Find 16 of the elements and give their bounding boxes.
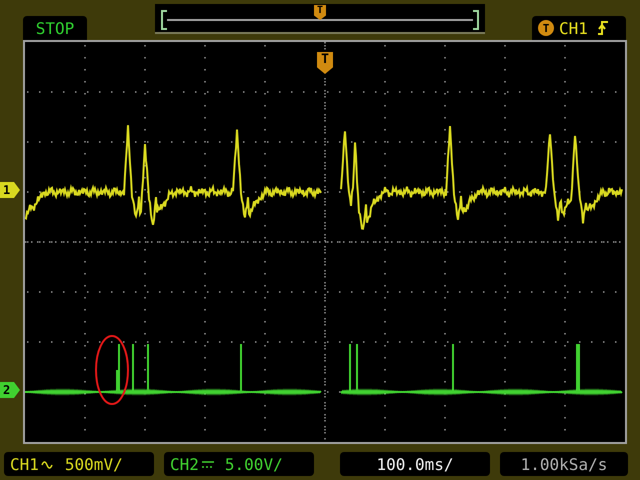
- sample-rate-value: 1.00kSa/s: [500, 452, 628, 476]
- bracket-icon: [473, 10, 479, 30]
- channel-marker: 2: [0, 382, 20, 398]
- channel-marker: 1: [0, 182, 20, 198]
- highlight-ellipse: [95, 335, 129, 405]
- channel-name: CH1: [10, 454, 39, 474]
- trigger-position-marker: T: [314, 5, 326, 20]
- trigger-marker: T: [538, 20, 554, 36]
- channel-name: CH2: [170, 454, 199, 474]
- trigger-marker: T: [317, 52, 333, 74]
- trigger-source: CH1: [559, 18, 588, 38]
- vertical-scale: 5.00V/: [224, 454, 283, 474]
- timebase-value: 100.0ms/: [340, 452, 490, 476]
- run-state-label: STOP: [23, 16, 87, 40]
- vertical-scale: 500mV/: [64, 454, 123, 474]
- bracket-icon: [161, 10, 167, 30]
